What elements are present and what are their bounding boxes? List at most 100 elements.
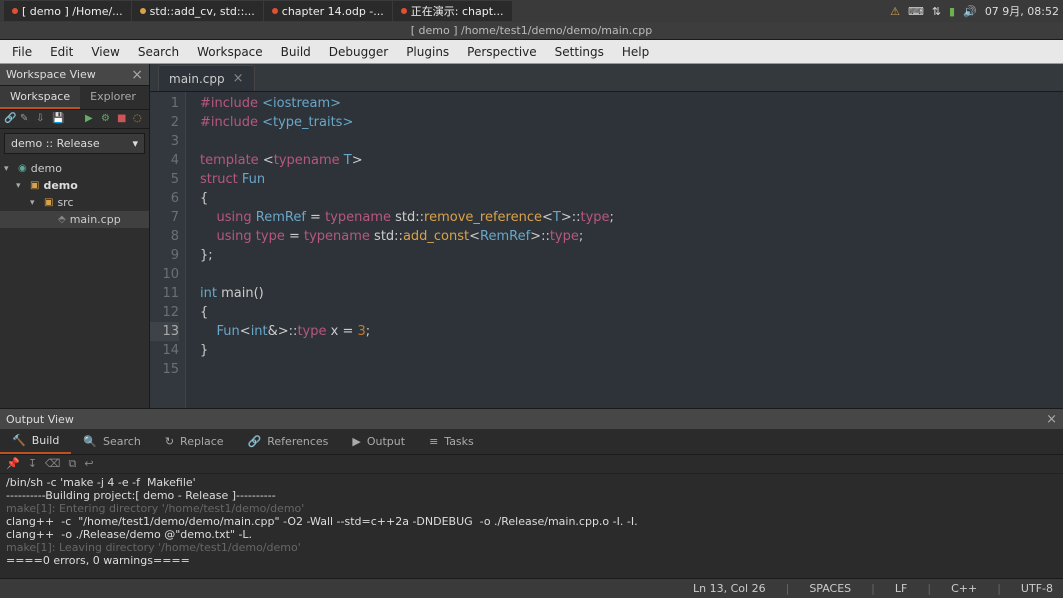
output-title: Output View: [6, 413, 74, 426]
warning-icon[interactable]: ⚠: [890, 5, 900, 18]
os-taskbar: [ demo ] /Home/... std::add_cv, std::...…: [0, 0, 1063, 22]
close-icon[interactable]: ×: [131, 67, 143, 83]
menu-build[interactable]: Build: [273, 42, 319, 62]
stop-icon[interactable]: ■: [117, 113, 129, 125]
output-tab-tasks[interactable]: ≡Tasks: [417, 429, 486, 454]
workspace-tabs: Workspace Explorer: [0, 86, 149, 110]
app-dot-icon: [401, 8, 407, 14]
network-icon[interactable]: ⇅: [932, 5, 941, 18]
chevron-down-icon: ▾: [132, 137, 138, 150]
output-view: Output View × 🔨 Build 🔍Search↻Replace🔗Refe…: [0, 408, 1063, 578]
status-enc[interactable]: UTF-8: [1021, 582, 1053, 595]
taskbar-tab-label: chapter 14.odp -...: [282, 5, 384, 18]
status-lang[interactable]: C++: [951, 582, 977, 595]
menu-search[interactable]: Search: [130, 42, 187, 62]
menu-edit[interactable]: Edit: [42, 42, 81, 62]
copy-icon[interactable]: ⧉: [68, 457, 76, 471]
output-header: Output View ×: [0, 409, 1063, 429]
chevron-down-icon: ▾: [4, 164, 14, 174]
folder-icon: ▣: [44, 197, 53, 208]
output-tab-label: Search: [103, 435, 141, 448]
battery-icon[interactable]: ▮: [949, 5, 955, 18]
workspace-view: Workspace View × Workspace Explorer 🔗 ✎ …: [0, 64, 150, 408]
folder-icon: ▣: [30, 180, 39, 191]
taskbar-tab[interactable]: chapter 14.odp -...: [264, 1, 392, 21]
editor-pane: main.cpp × 123456789101112131415 #includ…: [150, 64, 1063, 408]
taskbar-tab[interactable]: std::add_cv, std::...: [132, 1, 263, 21]
pin-icon[interactable]: 📌: [6, 457, 20, 471]
line-gutter: 123456789101112131415: [150, 92, 186, 408]
clock[interactable]: 07 9月, 08:52: [985, 3, 1059, 19]
output-tab-references[interactable]: 🔗References: [236, 429, 341, 454]
file-icon: ⬘: [58, 214, 66, 225]
code-area[interactable]: #include <iostream>#include <type_traits…: [186, 92, 1063, 408]
chevron-down-icon: ▾: [30, 198, 40, 208]
app-dot-icon: [12, 8, 18, 14]
output-tab-label: References: [267, 435, 328, 448]
status-pos[interactable]: Ln 13, Col 26: [693, 582, 766, 595]
output-tab-build[interactable]: 🔨 Build: [0, 429, 71, 454]
keyboard-icon[interactable]: ⌨: [908, 5, 924, 18]
code-editor[interactable]: 123456789101112131415 #include <iostream…: [150, 92, 1063, 408]
workspace-header: Workspace View ×: [0, 64, 149, 86]
taskbar-tab-label: [ demo ] /Home/...: [22, 5, 123, 18]
build-icon[interactable]: ⚙: [101, 113, 113, 125]
close-icon[interactable]: ×: [233, 71, 244, 86]
taskbar-tab-label: std::add_cv, std::...: [150, 5, 255, 18]
editor-tab-label: main.cpp: [169, 72, 225, 86]
build-config-select[interactable]: demo :: Release ▾: [4, 133, 145, 154]
status-spaces[interactable]: SPACES: [809, 582, 851, 595]
clear-icon[interactable]: ⌫: [45, 457, 61, 471]
menu-debugger[interactable]: Debugger: [321, 42, 396, 62]
save-icon[interactable]: 💾: [52, 113, 64, 125]
main-body: Workspace View × Workspace Explorer 🔗 ✎ …: [0, 64, 1063, 408]
statusbar: Ln 13, Col 26 | SPACES | LF | C++ | UTF-…: [0, 578, 1063, 598]
tab-explorer[interactable]: Explorer: [80, 86, 146, 109]
tree-folder-src[interactable]: ▾ ▣ src: [0, 194, 149, 211]
output-tab-label: Output: [367, 435, 405, 448]
scroll-icon[interactable]: ↧: [28, 457, 37, 471]
build-icon: 🔨: [12, 434, 26, 447]
output-tabs: 🔨 Build 🔍Search↻Replace🔗References ▶ Output ≡…: [0, 429, 1063, 455]
tree-file-main[interactable]: ⬘ main.cpp: [0, 211, 149, 228]
menu-plugins[interactable]: Plugins: [398, 42, 457, 62]
output-toolbar: 📌 ↧ ⌫ ⧉ ↩: [0, 455, 1063, 474]
menu-view[interactable]: View: [83, 42, 127, 62]
wrap-icon[interactable]: ↩: [84, 457, 93, 471]
output-body[interactable]: /bin/sh -c 'make -j 4 -e -f Makefile'---…: [0, 474, 1063, 578]
workspace-title: Workspace View: [6, 68, 96, 81]
output-tab-search[interactable]: 🔍Search: [71, 429, 153, 454]
link-icon[interactable]: 🔗: [4, 113, 16, 125]
tree-workspace-root[interactable]: ▾ ◉ demo: [0, 160, 149, 177]
output-tab-output[interactable]: ▶ Output: [340, 429, 417, 454]
collapse-icon[interactable]: ⇩: [36, 113, 48, 125]
clean-icon[interactable]: ◌: [133, 113, 145, 125]
tree-label: demo: [31, 162, 62, 175]
tree-label: src: [57, 196, 73, 209]
menu-settings[interactable]: Settings: [547, 42, 612, 62]
output-icon: ▶: [352, 435, 360, 448]
tasks-icon: ≡: [429, 435, 438, 448]
close-icon[interactable]: ×: [1046, 412, 1057, 427]
output-tab-label: Build: [32, 434, 60, 447]
menu-help[interactable]: Help: [614, 42, 657, 62]
app-dot-icon: [140, 8, 146, 14]
editor-tab-main[interactable]: main.cpp ×: [158, 65, 255, 91]
tree-project[interactable]: ▾ ▣ demo: [0, 177, 149, 194]
run-icon[interactable]: ▶: [85, 113, 97, 125]
output-tab-label: Replace: [180, 435, 224, 448]
tab-workspace[interactable]: Workspace: [0, 86, 80, 109]
output-tab-replace[interactable]: ↻Replace: [153, 429, 236, 454]
menu-file[interactable]: File: [4, 42, 40, 62]
menu-workspace[interactable]: Workspace: [189, 42, 271, 62]
taskbar-tab[interactable]: [ demo ] /Home/...: [4, 1, 131, 21]
status-eol[interactable]: LF: [895, 582, 907, 595]
volume-icon[interactable]: 🔊: [963, 5, 977, 18]
workspace-icon: ◉: [18, 163, 27, 174]
taskbar-tab[interactable]: 正在演示: chapt...: [393, 1, 512, 21]
menu-perspective[interactable]: Perspective: [459, 42, 545, 62]
tree-label: main.cpp: [70, 213, 121, 226]
config-label: demo :: Release: [11, 137, 100, 150]
goto-icon[interactable]: ✎: [20, 113, 32, 125]
project-tree: ▾ ◉ demo ▾ ▣ demo ▾ ▣ src ⬘ main.cpp: [0, 158, 149, 230]
